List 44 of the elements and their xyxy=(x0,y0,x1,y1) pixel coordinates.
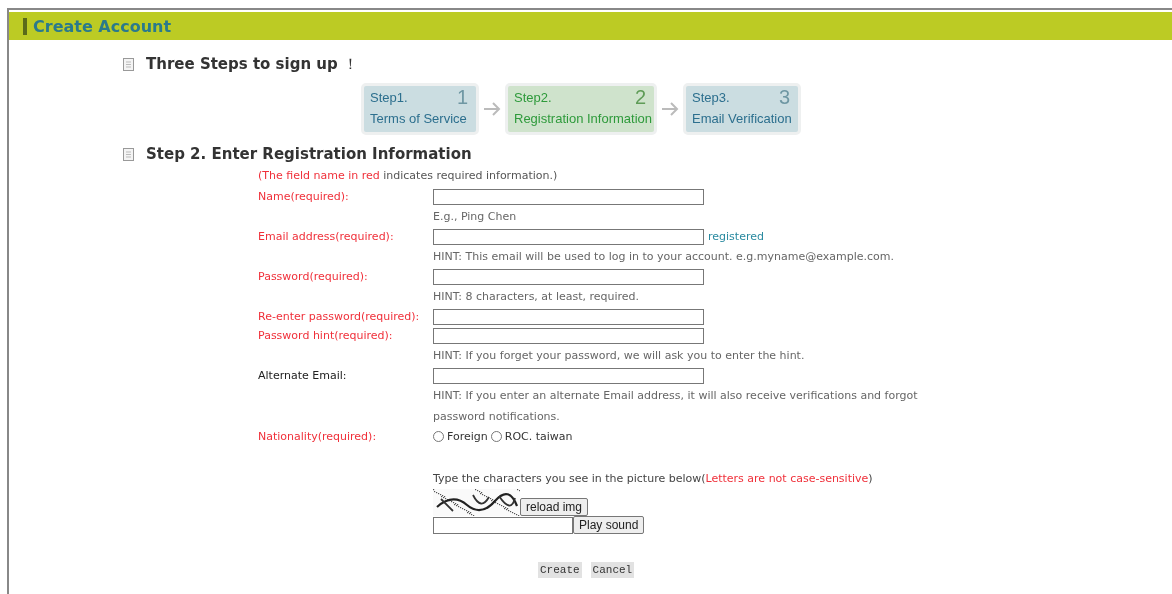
input-field[interactable] xyxy=(433,308,704,325)
step-name: Registration Information xyxy=(514,111,652,126)
field-label: Email address(required): xyxy=(258,229,395,245)
hint-text: HINT: If you enter an alternate Email address, it will also receive verifications and forgot password notifications. xyxy=(433,388,919,425)
form-button[interactable]: Create xyxy=(538,562,582,578)
captcha-instruction: Type the characters you see in the picture below(Letters are not case-sensitive) xyxy=(433,472,874,485)
step-name: Email Verification xyxy=(692,111,792,126)
play-sound-button[interactable]: Play sound xyxy=(573,516,645,534)
step-label: Step1. xyxy=(370,90,408,105)
field-label: Nationality(required): xyxy=(258,429,378,445)
field-label: Name(required): xyxy=(258,189,350,205)
step-label: Step2. xyxy=(514,90,552,105)
form-button[interactable]: Cancel xyxy=(590,562,635,578)
field-label: Alternate Email: xyxy=(258,368,348,384)
hint-text: HINT: 8 characters, at least, required. xyxy=(433,289,641,305)
field-label: Password(required): xyxy=(258,269,369,285)
input-field[interactable] xyxy=(433,268,704,285)
arrow-icon xyxy=(661,102,679,116)
step-label: Step3. xyxy=(692,90,730,105)
captcha-field[interactable] xyxy=(433,517,573,534)
section-heading: Step 2. Enter Registration Information xyxy=(146,145,472,163)
radio-label: Foreign xyxy=(447,429,488,445)
page-title: Create Account xyxy=(33,16,172,36)
document-icon xyxy=(123,147,134,161)
hint-text: HINT: If you forget your password, we will ask you to enter the hint. xyxy=(433,348,806,364)
section-heading: Three Steps to sign up ！ xyxy=(146,55,358,74)
input-field[interactable] xyxy=(433,228,704,245)
step-number: 3 xyxy=(778,87,790,107)
step-number: 1 xyxy=(456,87,468,107)
reload-button[interactable]: reload img xyxy=(520,498,589,516)
hint-text: E.g., Ping Chen xyxy=(433,209,518,225)
status-text: registered xyxy=(708,230,764,243)
hint-text: HINT: This email will be used to log in to your account. e.g.myname@example.com. xyxy=(433,249,896,265)
input-field[interactable] xyxy=(433,327,704,344)
step-name: Terms of Service xyxy=(370,111,467,126)
radio-label: ROC. taiwan xyxy=(504,429,573,445)
required-note: (The field name in red indicates required information.) xyxy=(258,169,559,182)
field-label: Password hint(required): xyxy=(258,328,394,344)
input-field[interactable] xyxy=(433,188,704,205)
arrow-icon xyxy=(483,102,501,116)
input-field[interactable] xyxy=(433,367,704,384)
step-number: 2 xyxy=(634,87,646,107)
field-label: Re-enter password(required): xyxy=(258,309,421,325)
document-icon xyxy=(123,58,134,71)
